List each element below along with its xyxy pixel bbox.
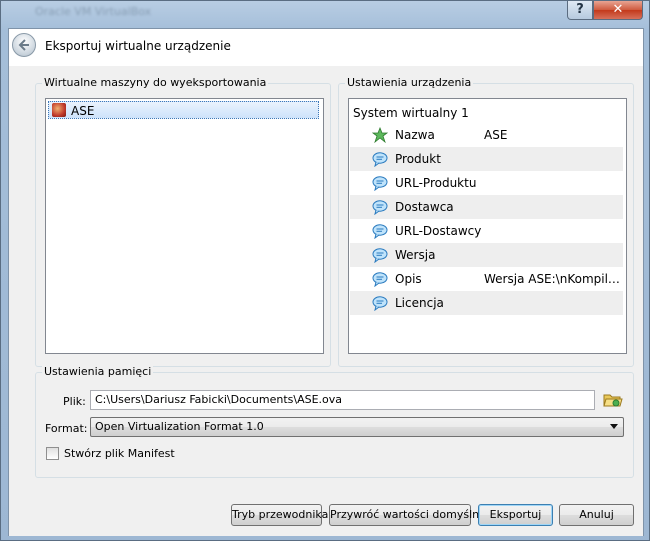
description-bubble-icon	[372, 151, 388, 168]
property-row[interactable]: Nazwa ASE	[350, 123, 623, 147]
chevron-down-icon	[610, 424, 618, 429]
window-title: Oracle VM VirtualBox	[35, 5, 152, 18]
folder-open-icon	[603, 394, 623, 407]
title-bar[interactable]: Oracle VM VirtualBox ? ✕	[1, 1, 649, 23]
choose-file-button[interactable]	[603, 391, 623, 409]
appliance-settings-group: Ustawienia urządzenia System wirtualny 1…	[338, 76, 634, 367]
back-arrow-button[interactable]	[12, 33, 36, 57]
description-bubble-icon	[372, 175, 388, 192]
close-button[interactable]: ✕	[593, 1, 643, 20]
file-label: Plik:	[63, 395, 86, 408]
property-name: URL-Dostawcy	[395, 224, 482, 238]
property-row[interactable]: Licencja	[350, 291, 623, 315]
property-value[interactable]: ASE	[484, 128, 622, 142]
manifest-checkbox[interactable]	[46, 447, 59, 460]
wizard-header: Eksportuj wirtualne urządzenie	[9, 29, 643, 67]
manifest-label[interactable]: Stwórz plik Manifest	[64, 447, 175, 460]
export-button[interactable]: Eksportuj	[478, 504, 553, 526]
property-row[interactable]: URL-Dostawcy	[350, 219, 623, 243]
property-name: Wersja	[395, 248, 436, 262]
help-button[interactable]: ?	[567, 1, 593, 20]
property-row[interactable]: Opis Wersja ASE:\nKompilacj...	[350, 267, 623, 291]
description-bubble-icon	[372, 271, 388, 288]
file-path-input[interactable]: C:\Users\Dariusz Fabicki\Documents\ASE.o…	[90, 390, 595, 410]
vm-list-group: Wirtualne maszyny do wyeksportowania ASE	[35, 76, 331, 367]
property-name: Opis	[395, 272, 422, 286]
property-row[interactable]: URL-Produktu	[350, 171, 623, 195]
property-name: URL-Produktu	[395, 176, 477, 190]
property-value[interactable]: Wersja ASE:\nKompilacj...	[484, 272, 622, 286]
guided-mode-button[interactable]: Tryb przewodnika	[231, 504, 328, 526]
appliance-settings-group-title: Ustawienia urządzenia	[345, 76, 474, 89]
property-row[interactable]: Dostawca	[350, 195, 623, 219]
description-bubble-icon	[372, 295, 388, 312]
vm-listbox[interactable]: ASE	[45, 98, 324, 354]
vm-list-item-label: ASE	[71, 104, 95, 118]
property-row[interactable]: Produkt	[350, 147, 623, 171]
description-bubble-icon	[372, 223, 388, 240]
storage-settings-group-title: Ustawienia pamięci	[42, 365, 154, 378]
dialog-client-area: Eksportuj wirtualne urządzenie Wirtualne…	[8, 28, 644, 536]
description-bubble-icon	[372, 199, 388, 216]
format-select[interactable]: Open Virtualization Format 1.0	[90, 417, 624, 437]
virtual-system-node[interactable]: System wirtualny 1	[353, 106, 469, 120]
format-select-value: Open Virtualization Format 1.0	[95, 420, 264, 433]
storage-settings-group: Ustawienia pamięci Plik: C:\Users\Darius…	[35, 365, 634, 478]
property-name: Licencja	[395, 296, 444, 310]
cancel-button[interactable]: Anuluj	[559, 504, 634, 526]
property-row[interactable]: Wersja	[350, 243, 623, 267]
description-bubble-icon	[372, 247, 388, 264]
back-arrow-icon	[18, 39, 29, 51]
vm-os-icon	[52, 103, 66, 117]
property-name: Nazwa	[395, 128, 435, 142]
dialog-window: Oracle VM VirtualBox ? ✕ Eksportuj wirtu…	[0, 0, 650, 541]
wizard-body: Wirtualne maszyny do wyeksportowania ASE…	[9, 66, 643, 536]
page-title: Eksportuj wirtualne urządzenie	[45, 39, 231, 53]
vm-list-item[interactable]: ASE	[48, 101, 319, 119]
appliance-properties-tree[interactable]: System wirtualny 1 Nazwa ASE Produkt URL-Pr…	[348, 98, 627, 354]
vm-list-group-title: Wirtualne maszyny do wyeksportowania	[42, 76, 269, 89]
name-star-icon	[371, 126, 389, 144]
restore-defaults-button[interactable]: Przywróć wartości domyślne	[329, 504, 486, 526]
property-name: Produkt	[395, 152, 441, 166]
format-label: Format:	[45, 422, 88, 435]
property-name: Dostawca	[395, 200, 454, 214]
